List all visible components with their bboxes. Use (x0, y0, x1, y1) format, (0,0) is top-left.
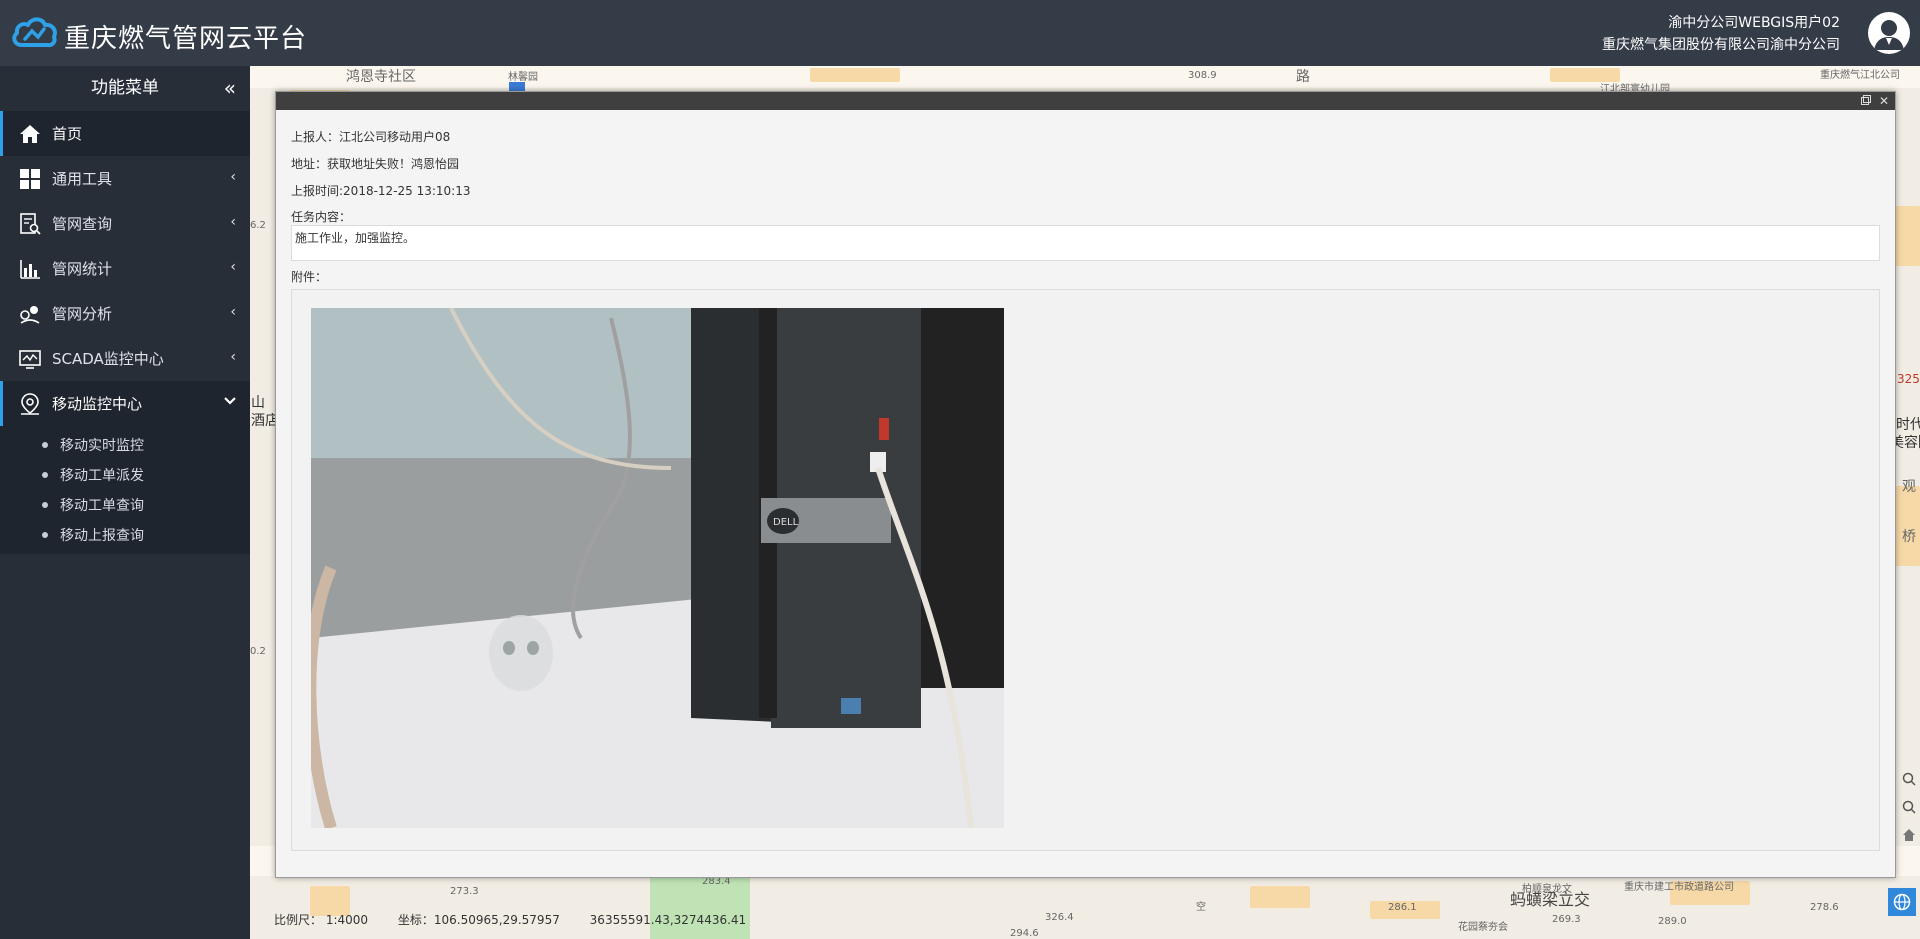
task-label: 任务内容： (291, 210, 352, 224)
sidebar-item-network-stats[interactable]: 管网统计 ‹ (0, 246, 250, 291)
map-label: 观 (1902, 479, 1916, 495)
map-label: 278.6 (1810, 902, 1839, 913)
sidebar-item-scada[interactable]: SCADA监控中心 ‹ (0, 336, 250, 381)
app-header: 重庆燃气管网云平台 渝中分公司WEBGIS用户02 重庆燃气集团股份有限公司渝中… (0, 0, 1920, 66)
map-label: 326.4 (1045, 912, 1074, 923)
report-time-field: 上报时间:2018-12-25 13:10:13 (291, 184, 471, 198)
restore-window-icon[interactable] (1859, 94, 1873, 108)
chevron-left-icon: ‹ (230, 259, 236, 275)
attachment-label: 附件： (291, 270, 328, 284)
grid-icon (18, 167, 42, 191)
sidebar-item-home[interactable]: 首页 (0, 111, 250, 156)
map-label: 重庆市建工市政道路公司 (1624, 882, 1734, 893)
bullet-icon (42, 472, 48, 478)
scale-readout: 比例尺： 1:4000 (274, 913, 369, 927)
close-icon[interactable]: ✕ (1877, 94, 1891, 108)
pin-analysis-icon (18, 302, 42, 326)
bar-chart-icon (18, 257, 42, 281)
submenu-item-label: 移动工单派发 (60, 468, 144, 484)
submenu-item-label: 移动上报查询 (60, 528, 144, 544)
sidebar-item-label: 移动监控中心 (52, 395, 143, 413)
sidebar-header: 功能菜单 « (0, 66, 250, 111)
bullet-icon (42, 502, 48, 508)
location-icon (18, 392, 42, 416)
map-label: 花园蔡夯会 (1458, 922, 1508, 933)
map-label: 路 (1296, 69, 1310, 85)
sidebar-item-label: 通用工具 (52, 170, 113, 188)
attachment-photo[interactable]: DELL (311, 308, 1004, 828)
map-label: 山 (251, 395, 265, 411)
map-building (1250, 886, 1310, 908)
chevron-left-icon: ‹ (230, 349, 236, 365)
user-company: 重庆燃气集团股份有限公司渝中分公司 (1602, 37, 1840, 53)
map-label: 289.0 (1658, 916, 1687, 927)
globe-icon[interactable] (1888, 888, 1916, 916)
sidebar-item-label: SCADA监控中心 (52, 350, 164, 368)
map-building (810, 68, 900, 82)
dialog-titlebar[interactable]: ✕ (276, 92, 1895, 110)
reporter-field: 上报人：江北公司移动用户08 (291, 130, 451, 144)
svg-text:DELL: DELL (773, 517, 799, 528)
map-label: 294.6 (1010, 928, 1039, 939)
double-chevron-left-icon[interactable]: « (224, 66, 236, 111)
sidebar-item-label: 管网分析 (52, 305, 113, 323)
map-label: 308.9 (1188, 70, 1217, 81)
submenu-item-label: 移动实时监控 (60, 438, 144, 454)
cloud-logo-icon (10, 15, 58, 51)
user-name: 渝中分公司WEBGIS用户02 (1668, 15, 1840, 31)
submenu-item-report-query[interactable]: 移动上报查询 (0, 520, 250, 550)
submenu-mobile-monitoring: 移动实时监控 移动工单派发 移动工单查询 移动上报查询 (0, 426, 250, 554)
map-label: 空 (1196, 902, 1206, 913)
bullet-icon (42, 442, 48, 448)
home-icon (18, 122, 42, 146)
sidebar-item-label: 管网查询 (52, 215, 113, 233)
map-label: 269.3 (1552, 914, 1581, 925)
sidebar-item-label: 首页 (52, 125, 83, 143)
submenu-item-order-query[interactable]: 移动工单查询 (0, 490, 250, 520)
map-statusbar: 比例尺： 1:4000 坐标：106.50965,29.57957 363555… (274, 911, 772, 928)
document-search-icon (18, 212, 42, 236)
submenu-item-label: 移动工单查询 (60, 498, 144, 514)
submenu-item-realtime[interactable]: 移动实时监控 (0, 430, 250, 460)
sidebar-item-label: 管网统计 (52, 260, 113, 278)
submenu-item-dispatch[interactable]: 移动工单派发 (0, 460, 250, 490)
map-park (650, 876, 750, 939)
map-label: 286.1 (1388, 902, 1417, 913)
map-label: 273.3 (450, 886, 479, 897)
map-label: 时代 (1896, 417, 1920, 433)
chevron-left-icon: ‹ (230, 304, 236, 320)
map-label: 6.2 (250, 220, 266, 231)
app-title: 重庆燃气管网云平台 (64, 24, 308, 54)
map-label: 重庆燃气江北公司 (1820, 70, 1900, 81)
sidebar-item-network-query[interactable]: 管网查询 ‹ (0, 201, 250, 246)
dialog-body: 上报人：江北公司移动用户08 地址：获取地址失败！鸿恩怡园 上报时间:2018-… (276, 110, 1895, 865)
address-field: 地址：获取地址失败！鸿恩怡园 (291, 157, 460, 171)
monitor-icon (18, 347, 42, 371)
chevron-down-icon (224, 395, 236, 409)
map-label: 鸿恩寺社区 (346, 69, 416, 85)
map-label: 林馨园 (508, 72, 538, 83)
sidebar-title: 功能菜单 (91, 78, 159, 98)
user-info: 渝中分公司WEBGIS用户02 重庆燃气集团股份有限公司渝中分公司 (1602, 12, 1840, 56)
map-label: 0.2 (250, 646, 266, 657)
coordinate-readout: 坐标：106.50965,29.57957 (397, 913, 560, 927)
home-extent-icon[interactable] (1898, 824, 1920, 846)
map-label: 柏顺泉龙文 (1522, 884, 1572, 895)
map-label: 桥 (1902, 529, 1916, 545)
avatar-icon[interactable] (1868, 12, 1910, 54)
sidebar: 功能菜单 « 首页 通用工具 ‹ 管网查询 ‹ 管网统计 ‹ 管网分析 ‹ SC… (0, 66, 250, 939)
sidebar-item-tools[interactable]: 通用工具 ‹ (0, 156, 250, 201)
projected-coordinate-readout: 36355591.43,3274436.41 (589, 913, 747, 927)
report-detail-dialog: ✕ 上报人：江北公司移动用户08 地址：获取地址失败！鸿恩怡园 上报时间:201… (275, 91, 1896, 878)
chevron-left-icon: ‹ (230, 214, 236, 230)
sidebar-item-network-analysis[interactable]: 管网分析 ‹ (0, 291, 250, 336)
chevron-left-icon: ‹ (230, 169, 236, 185)
attachment-area: DELL (291, 289, 1880, 851)
map-label: 325 (1897, 372, 1920, 386)
zoom-out-icon[interactable] (1898, 796, 1920, 818)
task-content: 施工作业，加强监控。 (291, 225, 1880, 261)
zoom-in-icon[interactable] (1898, 768, 1920, 790)
sidebar-item-mobile-monitoring[interactable]: 移动监控中心 (0, 381, 250, 426)
bullet-icon (42, 532, 48, 538)
